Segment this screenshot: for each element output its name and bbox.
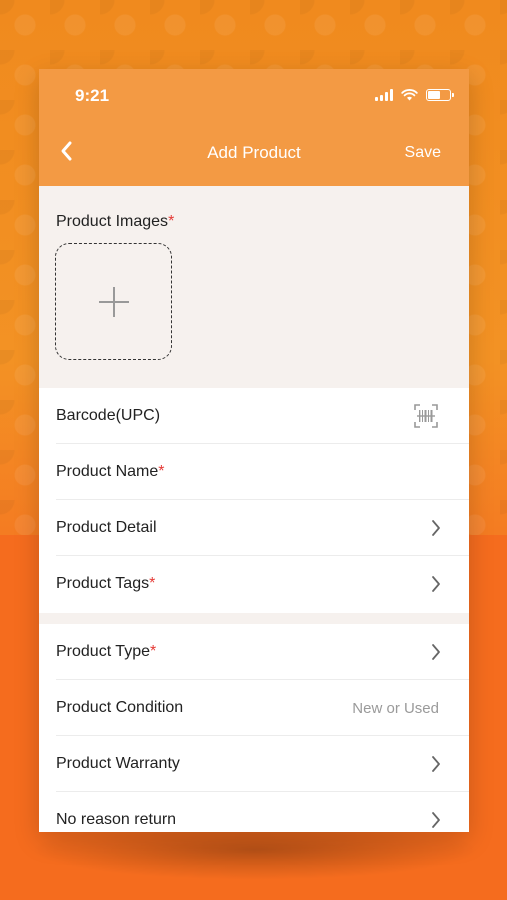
product-warranty-row[interactable]: Product Warranty: [39, 736, 469, 792]
row-label: Barcode(UPC): [56, 407, 161, 424]
phone-screen: 9:21 Add Product Save Product Images* Ba…: [39, 69, 469, 832]
chevron-right-icon: [432, 644, 440, 660]
condition-placeholder: New or Used: [352, 700, 439, 717]
row-label: Product Detail: [56, 519, 157, 536]
wifi-icon: [401, 89, 418, 101]
product-type-row[interactable]: Product Type*: [39, 624, 469, 680]
row-label: Product Tags*: [56, 575, 156, 592]
product-name-row[interactable]: Product Name*: [39, 444, 469, 500]
add-image-button[interactable]: [55, 243, 172, 360]
status-icons: [375, 89, 454, 101]
battery-icon: [426, 89, 454, 101]
row-label: No reason return: [56, 811, 177, 828]
row-label: Product Warranty: [56, 755, 180, 772]
row-label: Product Name*: [56, 463, 165, 480]
barcode-row[interactable]: Barcode(UPC): [39, 388, 469, 444]
required-mark: *: [168, 213, 175, 230]
signal-icon: [375, 89, 393, 101]
no-reason-return-row[interactable]: No reason return: [39, 792, 469, 832]
chevron-right-icon: [432, 812, 440, 828]
product-condition-row[interactable]: Product Condition New or Used: [39, 680, 469, 736]
app-header: 9:21 Add Product Save: [39, 69, 469, 186]
save-button[interactable]: Save: [405, 144, 441, 162]
product-images-section: Product Images*: [39, 186, 469, 388]
chevron-right-icon: [432, 756, 440, 772]
status-time: 9:21: [75, 86, 110, 105]
chevron-right-icon: [432, 576, 440, 592]
row-label: Product Condition: [56, 699, 184, 716]
product-images-label: Product Images*: [56, 213, 175, 230]
chevron-right-icon: [432, 520, 440, 536]
barcode-scan-icon[interactable]: [414, 404, 438, 428]
product-tags-row[interactable]: Product Tags*: [39, 556, 469, 612]
product-detail-row[interactable]: Product Detail: [39, 500, 469, 556]
row-label: Product Type*: [56, 643, 157, 660]
